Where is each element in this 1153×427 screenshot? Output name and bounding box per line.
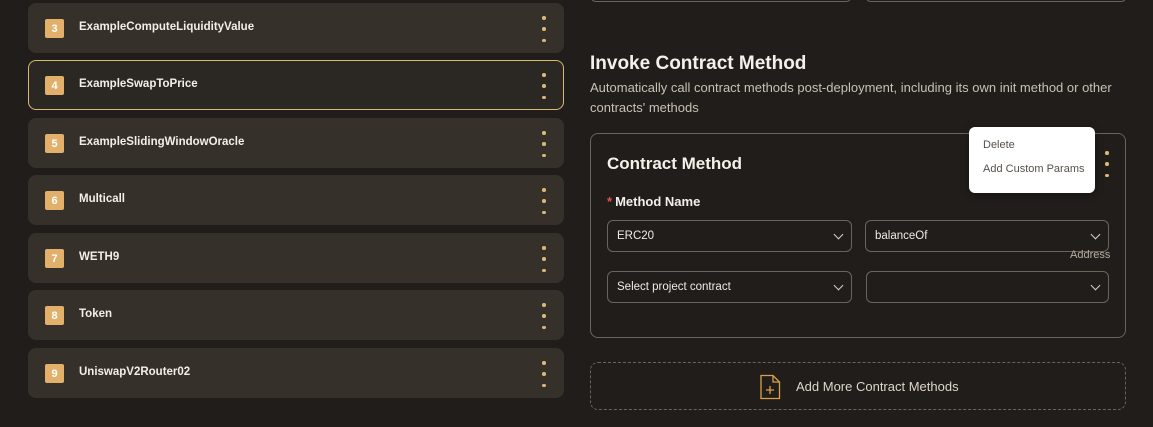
list-item[interactable]: 8 Token [28, 290, 564, 340]
index-badge: 7 [45, 249, 64, 268]
project-contract-select[interactable]: Select project contract [607, 271, 852, 303]
add-file-icon [760, 374, 781, 400]
contract-name: ExampleSlidingWindowOracle [79, 136, 245, 148]
address-label: Address [1070, 249, 1111, 261]
contract-select[interactable]: ERC20 [607, 220, 852, 252]
more-options-icon[interactable] [539, 361, 549, 387]
previous-field[interactable] [590, 0, 852, 2]
chevron-down-icon [1090, 229, 1101, 240]
more-options-icon[interactable] [1102, 151, 1112, 177]
list-item[interactable]: 3 ExampleComputeLiquidityValue [28, 3, 564, 53]
delete-menu-item[interactable]: Delete [983, 139, 1015, 151]
required-mark: * [607, 194, 613, 209]
method-select[interactable]: balanceOf [865, 220, 1109, 252]
contract-name: WETH9 [79, 251, 120, 263]
index-badge: 5 [45, 134, 64, 153]
index-badge: 8 [45, 306, 64, 325]
index-badge: 3 [45, 19, 64, 38]
contract-name: ExampleComputeLiquidityValue [79, 21, 255, 33]
method-name-text: Method Name [615, 194, 701, 209]
more-options-icon[interactable] [539, 16, 549, 42]
chevron-down-icon [833, 229, 844, 240]
chevron-down-icon [833, 280, 844, 291]
card-title: Contract Method [607, 154, 743, 173]
list-item[interactable]: 7 WETH9 [28, 233, 564, 283]
section-title: Invoke Contract Method [590, 53, 807, 74]
address-select[interactable] [866, 271, 1109, 303]
method-select-value: balanceOf [875, 230, 928, 242]
contract-name: UniswapV2Router02 [79, 366, 191, 378]
method-name-label: * Method Name [607, 194, 700, 209]
add-custom-params-menu-item[interactable]: Add Custom Params [983, 163, 1084, 175]
project-contract-placeholder: Select project contract [617, 281, 731, 293]
contract-name: Multicall [79, 193, 126, 205]
contract-name: Token [79, 308, 113, 320]
more-options-icon[interactable] [539, 303, 549, 329]
index-badge: 9 [45, 364, 64, 383]
list-item[interactable]: 5 ExampleSlidingWindowOracle [28, 118, 564, 168]
index-badge: 6 [45, 191, 64, 210]
section-description: Automatically call contract methods post… [590, 80, 1112, 115]
index-badge: 4 [45, 76, 64, 95]
list-item[interactable]: 4 ExampleSwapToPrice [28, 60, 564, 110]
more-options-icon[interactable] [539, 73, 549, 99]
more-options-icon[interactable] [539, 188, 549, 214]
options-popup-menu: Delete Add Custom Params [969, 127, 1095, 193]
contract-name: ExampleSwapToPrice [79, 78, 198, 90]
previous-field[interactable] [865, 0, 1127, 2]
more-options-icon[interactable] [539, 246, 549, 272]
add-more-contract-methods-button[interactable]: Add More Contract Methods [590, 362, 1126, 410]
list-item[interactable]: 6 Multicall [28, 175, 564, 225]
contract-select-value: ERC20 [617, 230, 655, 242]
add-more-label: Add More Contract Methods [796, 379, 959, 394]
chevron-down-icon [1090, 280, 1101, 291]
more-options-icon[interactable] [539, 131, 549, 157]
list-item[interactable]: 9 UniswapV2Router02 [28, 348, 564, 398]
